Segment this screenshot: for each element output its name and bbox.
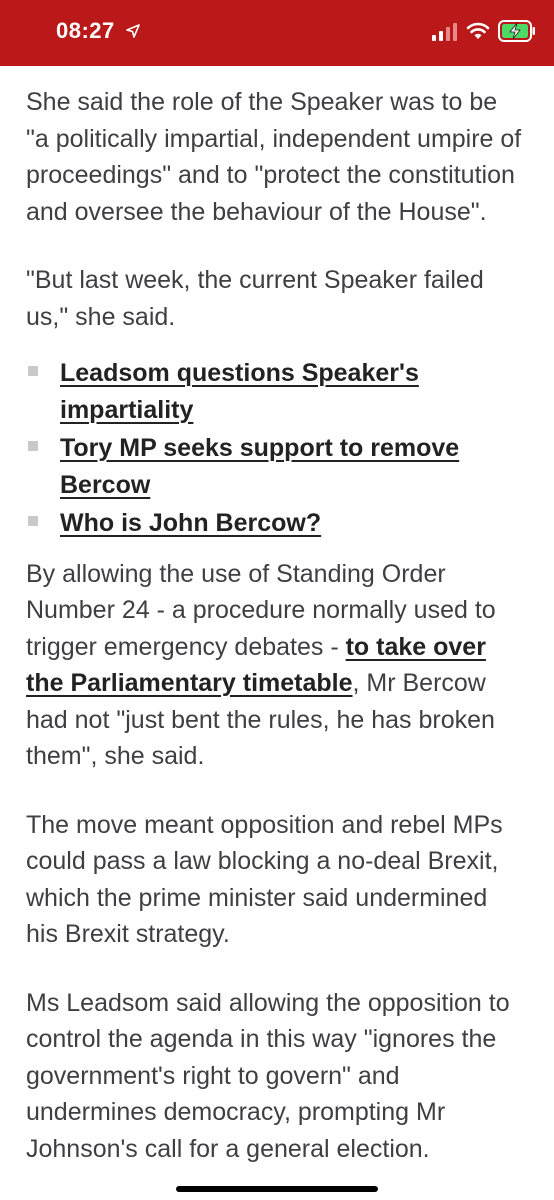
related-link-who-is-bercow[interactable]: Who is John Bercow?: [60, 509, 321, 537]
bullet-square-icon: [28, 516, 38, 526]
related-link-item: Leadsom questions Speaker's impartiality: [26, 355, 526, 428]
related-link-leadsom-questions[interactable]: Leadsom questions Speaker's impartiality: [60, 359, 419, 424]
article-paragraph: The move meant opposition and rebel MPs …: [26, 810, 503, 949]
cellular-signal-icon: [432, 23, 457, 41]
article-paragraph: By allowing the use of Standing Order Nu…: [26, 556, 526, 775]
article-paragraph: "But last week, the current Speaker fail…: [26, 266, 484, 331]
location-arrow-icon: [126, 24, 140, 38]
related-link-tory-mp-support[interactable]: Tory MP seeks support to remove Bercow: [60, 434, 459, 499]
battery-charging-icon: [498, 20, 535, 42]
related-links-list: Leadsom questions Speaker's impartiality…: [26, 355, 526, 542]
bullet-square-icon: [28, 366, 38, 376]
related-link-item: Who is John Bercow?: [26, 505, 526, 542]
home-indicator[interactable]: [176, 1186, 378, 1192]
related-link-item: Tory MP seeks support to remove Bercow: [26, 430, 526, 503]
status-time: 08:27: [56, 18, 115, 43]
wifi-icon: [466, 22, 490, 39]
article-paragraph: She said the role of the Speaker was to …: [26, 88, 522, 226]
article-paragraph: Ms Leadsom said allowing the opposition …: [26, 988, 510, 1163]
status-bar: 08:27: [0, 0, 554, 66]
bullet-square-icon: [28, 441, 38, 451]
article-body: She said the role of the Speaker was to …: [26, 84, 526, 1199]
